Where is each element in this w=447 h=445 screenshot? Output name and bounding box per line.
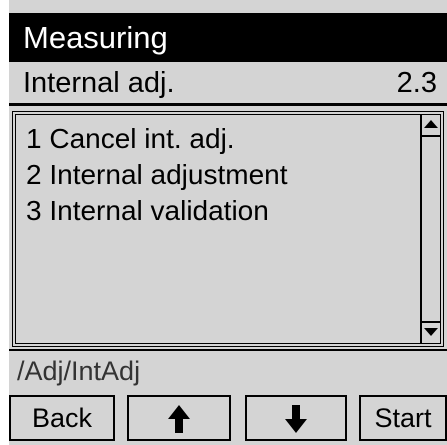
menu-list: 1 Cancel int. adj. 2 Internal adjustment… [12,111,444,347]
scrollbar[interactable] [420,115,440,343]
start-button[interactable]: Start [359,395,447,441]
device-screen: Measuring Internal adj. 2.3 1 Cancel int… [9,0,447,445]
scroll-up-icon[interactable] [422,115,440,137]
parameter-label: Internal adj. [23,67,175,99]
parameter-value: 2.3 [396,67,437,99]
softkey-bar: Back Start [9,395,447,445]
title-bar: Measuring [9,13,447,62]
path-text: /Adj/IntAdj [17,356,141,386]
down-button[interactable] [245,395,347,441]
up-button[interactable] [127,395,231,441]
start-label: Start [374,403,432,433]
arrow-up-icon [168,405,190,433]
back-button[interactable]: Back [9,395,115,441]
arrow-down-icon [285,405,307,433]
scroll-down-icon[interactable] [422,321,440,343]
navigation-path: /Adj/IntAdj [9,349,447,391]
back-label: Back [31,403,93,433]
menu-item-internal-validation[interactable]: 3 Internal validation [26,193,416,229]
menu-item-internal-adjustment[interactable]: 2 Internal adjustment [26,157,416,193]
parameter-row: Internal adj. 2.3 [9,62,447,106]
screen-title: Measuring [23,20,168,55]
menu-item-cancel-int-adj[interactable]: 1 Cancel int. adj. [26,121,416,157]
